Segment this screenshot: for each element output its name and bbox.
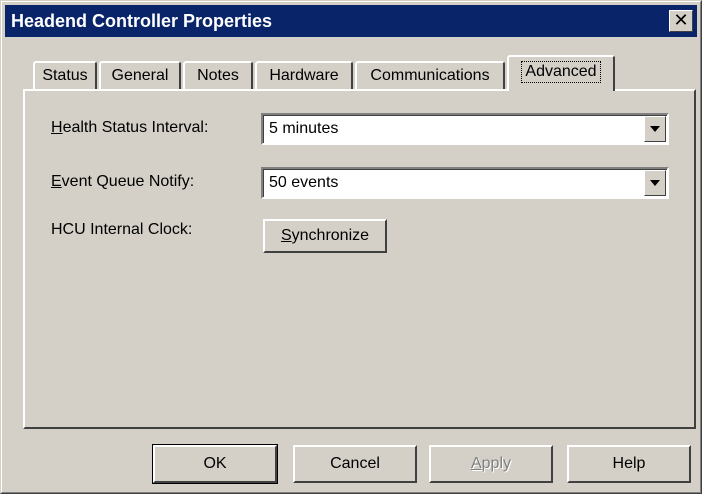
event-queue-notify-select[interactable]: 50 events <box>261 167 669 199</box>
button-text: OK <box>203 455 227 472</box>
chevron-down-icon <box>650 126 660 132</box>
label-text: vent Queue Notify: <box>61 173 195 190</box>
mnemonic: S <box>280 227 292 244</box>
tab-label: Notes <box>197 67 239 84</box>
mnemonic: H <box>51 119 63 136</box>
tab-hardware[interactable]: Hardware <box>255 61 353 89</box>
tab-label: Advanced <box>521 61 601 83</box>
tab-status[interactable]: Status <box>33 61 97 89</box>
tab-notes[interactable]: Notes <box>183 61 253 89</box>
event-queue-notify-label: Event Queue Notify: <box>51 173 194 191</box>
button-text: Cancel <box>330 455 380 472</box>
advanced-tab-panel: Health Status Interval: 5 minutes Event … <box>23 89 696 429</box>
button-text: Help <box>612 455 646 472</box>
tab-communications[interactable]: Communications <box>355 61 505 89</box>
close-icon: ✕ <box>673 10 689 30</box>
button-text: ynchronize <box>291 227 370 244</box>
selected-value: 5 minutes <box>269 120 339 137</box>
health-status-interval-label: Health Status Interval: <box>51 119 208 137</box>
tab-label: Hardware <box>269 67 339 84</box>
title-bar[interactable]: Headend Controller Properties ✕ <box>5 5 697 37</box>
window-title: Headend Controller Properties <box>11 11 273 31</box>
dropdown-button[interactable] <box>644 170 666 196</box>
cancel-button[interactable]: Cancel <box>293 445 417 483</box>
help-button[interactable]: Help <box>567 445 691 483</box>
label-text: ealth Status Interval: <box>62 119 209 136</box>
chevron-down-icon <box>650 180 660 186</box>
button-text: pply <box>481 455 512 472</box>
tab-label: Status <box>42 67 88 84</box>
dropdown-button[interactable] <box>644 116 666 142</box>
properties-dialog: Headend Controller Properties ✕ Status G… <box>0 0 702 494</box>
tab-label: General <box>111 67 169 84</box>
apply-button[interactable]: Apply <box>429 445 553 483</box>
mnemonic: A <box>470 455 482 472</box>
ok-button[interactable]: OK <box>152 444 278 484</box>
tab-advanced[interactable]: Advanced <box>507 55 615 91</box>
close-button[interactable]: ✕ <box>669 10 693 32</box>
tab-label: Communications <box>370 67 490 84</box>
mnemonic: E <box>51 173 62 190</box>
synchronize-button[interactable]: Synchronize <box>263 219 387 253</box>
selected-value: 50 events <box>269 174 339 191</box>
tab-general[interactable]: General <box>99 61 181 89</box>
health-status-interval-select[interactable]: 5 minutes <box>261 113 669 145</box>
hcu-internal-clock-label: HCU Internal Clock: <box>51 221 193 238</box>
